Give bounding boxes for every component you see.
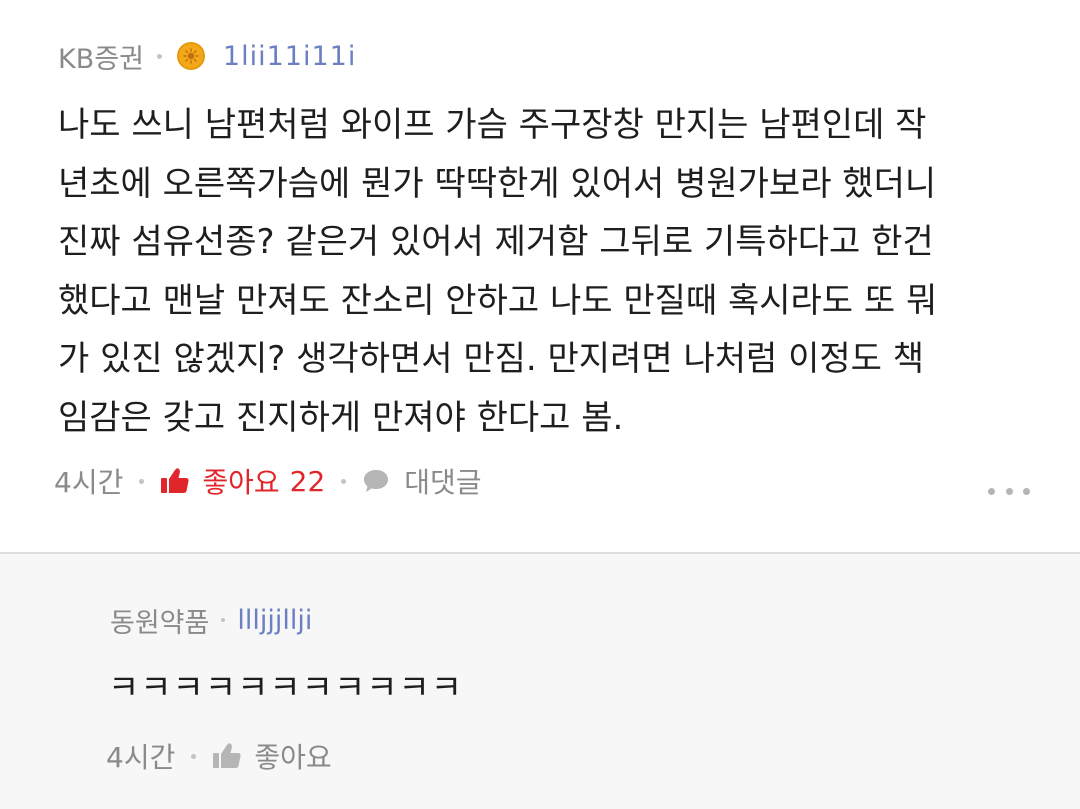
separator-dot [139,478,145,484]
comment-card: KB증권 1lii11i11i 나도 쓰니 남편처럼 와이프 가슴 주구장창 만… [0,0,1080,552]
separator-dot [221,618,226,622]
more-dots-icon[interactable] [988,484,1030,498]
like-count: 22 [289,464,326,498]
more-dot [1023,487,1030,495]
reply-body: ㅋㅋㅋㅋㅋㅋㅋㅋㅋㅋㅋ [108,668,464,708]
more-dot [1005,487,1013,495]
separator-dot [191,753,197,759]
reply-label: 대댓글 [404,466,482,499]
thumbs-up-icon [213,743,241,768]
comment-time: 4시간 [54,466,124,499]
more-dot [988,487,995,495]
comment-body: 나도 쓰니 남편처럼 와이프 가슴 주구장창 만지는 남편인데 작 년초에 오른… [58,105,938,438]
like-button[interactable]: 좋아요 22 [160,461,325,501]
reply-actions: 4시간 좋아요 [106,736,332,776]
comment-author[interactable]: KB증권 [58,37,144,76]
sun-badge-icon [176,42,205,70]
reply-time: 4시간 [106,741,176,774]
like-label: 좋아요 [202,466,280,499]
comment-actions: 4시간 좋아요 22 대댓글 [54,460,482,502]
reply-meta: 동원약품 llljjjllji [110,601,312,640]
reply-like-label: 좋아요 [254,741,332,774]
reply-card: 동원약품 llljjjllji ㅋㅋㅋㅋㅋㅋㅋㅋㅋㅋㅋ 4시간 좋아요 [0,554,1080,809]
reply-username[interactable]: llljjjllji [237,605,312,636]
reply-like-button[interactable]: 좋아요 [212,736,332,776]
reply-button[interactable]: 대댓글 [362,461,482,501]
reply-author[interactable]: 동원약품 [110,601,209,640]
separator-dot [341,478,347,484]
separator-dot [156,53,162,59]
comment-meta: KB증권 1lii11i11i [58,36,356,76]
thumbs-up-icon [161,468,189,493]
comment-username[interactable]: 1lii11i11i [223,41,356,72]
speech-bubble-icon [364,470,389,492]
